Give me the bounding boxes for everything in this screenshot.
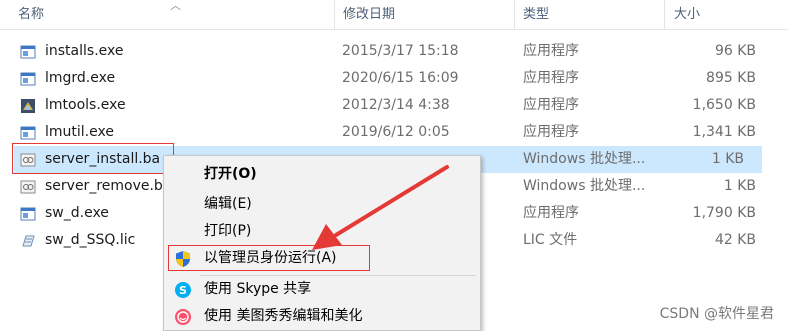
file-size: 1,650 KB	[692, 97, 756, 113]
file-type: 应用程序	[523, 97, 579, 113]
file-row[interactable]: lmutil.exe 2019/6/12 0:05 应用程序 1,341 KB	[0, 119, 788, 146]
lic-file-icon	[22, 235, 35, 247]
file-size: 96 KB	[714, 43, 756, 59]
column-divider[interactable]	[664, 0, 665, 30]
file-type: 应用程序	[523, 43, 579, 59]
menu-item-edit[interactable]: 编辑(E)	[164, 191, 480, 218]
file-row[interactable]: lmtools.exe 2012/3/14 4:38 应用程序 1,650 KB	[0, 92, 788, 119]
annotation-box-menu	[168, 245, 370, 271]
column-header: 名称 ︿ 修改日期 类型 大小	[0, 0, 788, 30]
file-name: installs.exe	[45, 43, 124, 59]
batch-file-icon	[20, 180, 36, 194]
sort-up-icon: ︿	[170, 0, 181, 12]
skype-icon: S	[175, 282, 191, 298]
menu-item-open[interactable]: 打开(O)	[164, 161, 480, 188]
file-name: lmgrd.exe	[45, 70, 116, 86]
column-divider[interactable]	[334, 0, 335, 30]
file-date: 2012/3/14 4:38	[342, 97, 450, 113]
file-type: LIC 文件	[523, 232, 578, 248]
file-row[interactable]: installs.exe 2015/3/17 15:18 应用程序 96 KB	[0, 38, 788, 65]
column-date-header[interactable]: 修改日期	[339, 0, 511, 30]
file-size: 42 KB	[714, 232, 756, 248]
file-size: 1 KB	[723, 178, 756, 194]
file-row[interactable]: lmgrd.exe 2020/6/15 16:09 应用程序 895 KB	[0, 65, 788, 92]
file-size: 1,341 KB	[692, 124, 756, 140]
menu-item-print[interactable]: 打印(P)	[164, 218, 480, 245]
file-date: 2015/3/17 15:18	[342, 43, 459, 59]
file-type: 应用程序	[523, 205, 579, 221]
watermark: CSDN @软件星君	[659, 306, 774, 322]
file-type: Windows 批处理...	[523, 151, 646, 167]
file-type: 应用程序	[523, 70, 579, 86]
file-type: 应用程序	[523, 124, 579, 140]
file-date: 2019/6/12 0:05	[342, 124, 450, 140]
file-name: server_remove.b	[45, 178, 163, 194]
annotation-box-file	[12, 143, 174, 174]
file-size: 1,790 KB	[692, 205, 756, 221]
file-name: lmutil.exe	[45, 124, 114, 140]
column-size-header[interactable]: 大小	[670, 0, 770, 30]
svg-text:S: S	[179, 284, 187, 297]
exe-icon	[20, 126, 36, 140]
exe-icon	[20, 72, 36, 86]
menu-item-skype-share[interactable]: S 使用 Skype 共享	[164, 276, 480, 303]
file-size: 895 KB	[706, 70, 756, 86]
lmtools-icon	[21, 99, 35, 113]
file-size: 1 KB	[711, 151, 744, 167]
meitu-icon	[175, 309, 191, 325]
file-name: sw_d.exe	[45, 205, 109, 221]
file-type: Windows 批处理...	[523, 178, 646, 194]
file-name: lmtools.exe	[45, 97, 126, 113]
column-divider[interactable]	[514, 0, 515, 30]
file-date: 2020/6/15 16:09	[342, 70, 459, 86]
file-name: sw_d_SSQ.lic	[45, 232, 136, 248]
menu-item-meitu-edit[interactable]: 使用 美图秀秀编辑和美化	[164, 303, 480, 330]
exe-icon	[20, 207, 36, 221]
context-menu: 打开(O) 编辑(E) 打印(P) 以管理员身份运行(A) S 使用 Skype…	[163, 155, 481, 331]
exe-icon	[20, 45, 36, 59]
column-type-header[interactable]: 类型	[519, 0, 661, 30]
